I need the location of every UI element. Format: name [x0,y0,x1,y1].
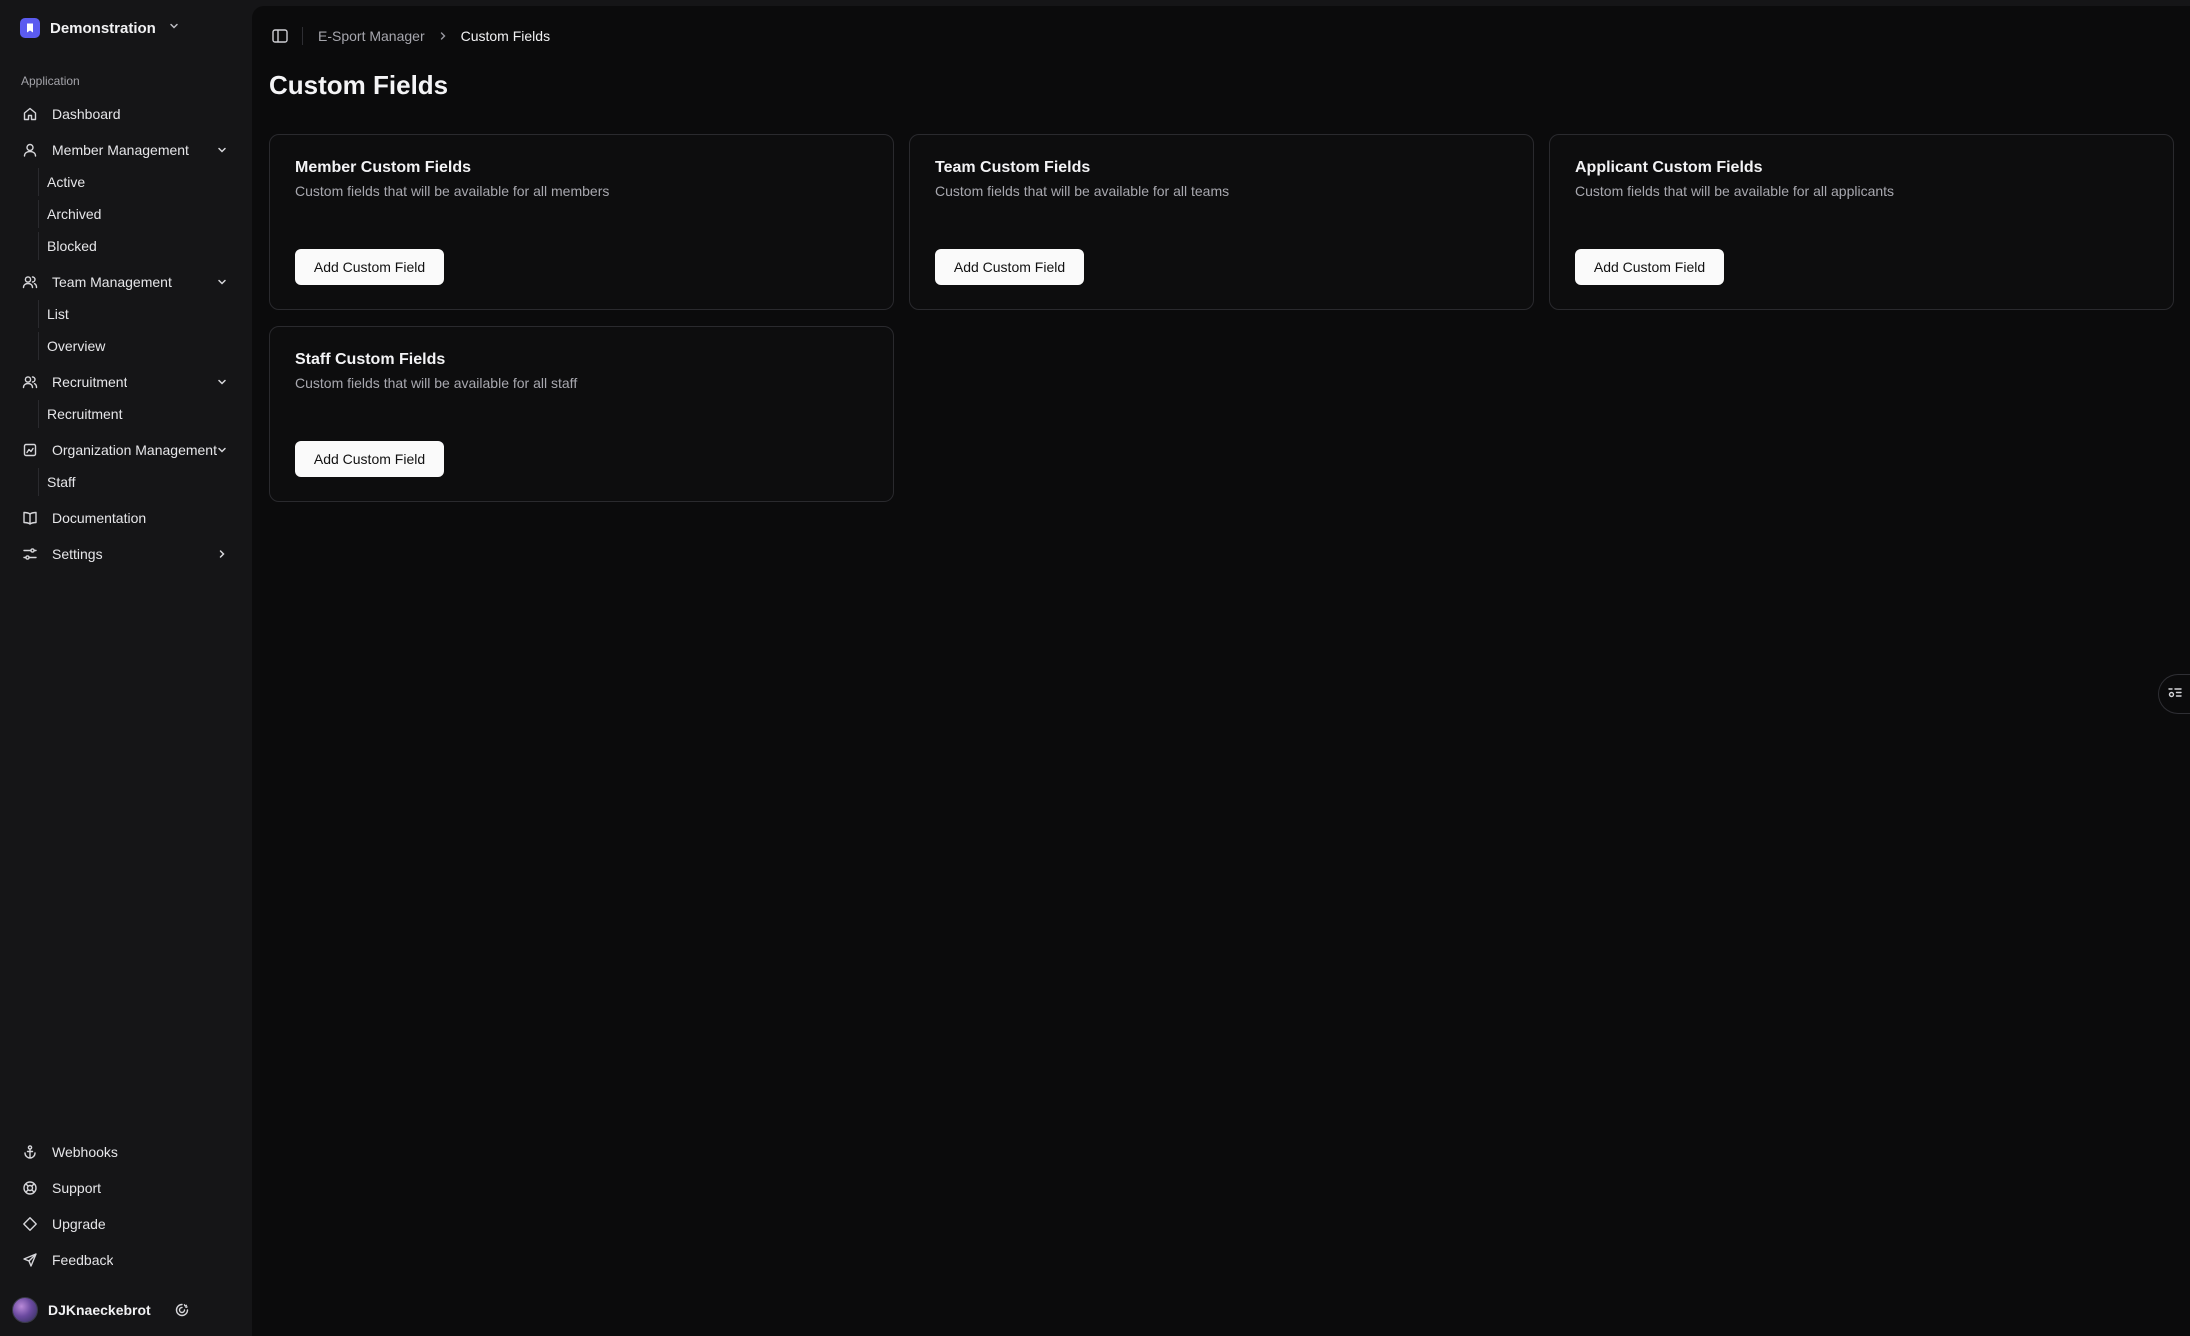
sidebar-item-dashboard[interactable]: Dashboard [12,98,238,130]
topbar: E-Sport Manager Custom Fields [270,24,550,48]
workspace-logo-icon [20,18,40,38]
applicant-custom-fields-card: Applicant Custom Fields Custom fields th… [1549,134,2174,310]
chevron-down-icon[interactable] [214,142,230,158]
sidebar-item-settings[interactable]: Settings [12,538,238,570]
sliders-icon [22,546,38,562]
sidebar-item-label: Webhooks [52,1144,118,1160]
add-staff-custom-field-button[interactable]: Add Custom Field [295,441,444,477]
card-title: Team Custom Fields [935,159,1091,176]
workspace-switcher[interactable]: Demonstration [20,16,180,40]
team-custom-fields-card: Team Custom Fields Custom fields that wi… [909,134,1534,310]
sidebar-item-feedback[interactable]: Feedback [12,1244,238,1276]
add-member-custom-field-button[interactable]: Add Custom Field [295,249,444,285]
sidebar-subitem-archived[interactable]: Archived [38,200,238,228]
breadcrumb-current: Custom Fields [460,28,551,44]
user-menu[interactable]: DJKnaeckebrot [12,1294,238,1326]
topbar-divider [302,27,303,45]
add-team-custom-field-button[interactable]: Add Custom Field [935,249,1084,285]
sidebar-item-organization-management[interactable]: Organization Management [12,434,238,466]
sidebar-item-label: Documentation [52,510,147,526]
anchor-icon [22,1144,38,1160]
sidebar-item-documentation[interactable]: Documentation [12,502,238,534]
theme-toggle-icon[interactable] [173,1301,191,1319]
workspace-name: Demonstration [50,19,156,37]
card-title: Applicant Custom Fields [1575,159,1763,176]
add-applicant-custom-field-button[interactable]: Add Custom Field [1575,249,1724,285]
breadcrumb-parent-link[interactable]: E-Sport Manager [318,28,425,44]
card-description: Custom fields that will be available for… [1575,183,1895,199]
sidebar-subitem-blocked[interactable]: Blocked [38,232,238,260]
sidebar-item-team-management[interactable]: Team Management [12,266,238,298]
card-title: Staff Custom Fields [295,351,446,368]
home-icon [22,106,38,122]
chevron-right-icon[interactable] [214,546,230,562]
sidebar-item-label: Member Management [52,142,189,158]
staff-custom-fields-card: Staff Custom Fields Custom fields that w… [269,326,894,502]
sidebar-item-webhooks[interactable]: Webhooks [12,1136,238,1168]
sidebar-item-label: Feedback [52,1252,114,1268]
avatar [12,1297,38,1323]
card-description: Custom fields that will be available for… [295,183,610,199]
sidebar-toggle-icon[interactable] [270,26,290,46]
sidebar-item-label: Organization Management [52,442,217,458]
building-icon [22,442,38,458]
sidebar-subitem-active[interactable]: Active [38,168,238,196]
breadcrumb: E-Sport Manager Custom Fields [318,28,550,44]
chevron-right-icon [437,30,449,42]
sidebar-item-label: Dashboard [52,106,121,122]
lifebuoy-icon [22,1180,38,1196]
book-icon [22,510,38,526]
card-description: Custom fields that will be available for… [295,375,578,391]
sidebar-item-label: Team Management [52,274,172,290]
sidebar-subitem-overview[interactable]: Overview [38,332,238,360]
page-title: Custom Fields [269,70,449,100]
card-description: Custom fields that will be available for… [935,183,1230,199]
sidebar-subitem-staff[interactable]: Staff [38,468,238,496]
sidebar-item-recruitment[interactable]: Recruitment [12,366,238,398]
main-content: E-Sport Manager Custom Fields Custom Fie… [252,6,2190,1336]
sidebar-item-label: Support [52,1180,102,1196]
sidebar-subitem-recruitment[interactable]: Recruitment [38,400,238,428]
sidebar-item-upgrade[interactable]: Upgrade [12,1208,238,1240]
user-name: DJKnaeckebrot [48,1302,151,1318]
sidebar-subitem-list[interactable]: List [38,300,238,328]
sidebar-item-label: Recruitment [52,374,128,390]
sidebar: Demonstration Application Dashboard Memb… [0,0,252,1336]
sidebar-item-member-management[interactable]: Member Management [12,134,238,166]
diamond-icon [22,1216,38,1232]
chevron-down-icon[interactable] [214,374,230,390]
user-plus-icon [22,374,38,390]
chevron-down-icon [168,19,180,37]
card-title: Member Custom Fields [295,159,472,176]
chevron-down-icon[interactable] [214,274,230,290]
sidebar-item-support[interactable]: Support [12,1172,238,1204]
list-settings-icon [2167,684,2183,705]
sidebar-item-label: Upgrade [52,1216,106,1232]
sidebar-item-label: Settings [52,546,103,562]
users-icon [22,274,38,290]
sidebar-group-label: Application [21,74,80,88]
user-icon [22,142,38,158]
send-icon [22,1252,38,1268]
member-custom-fields-card: Member Custom Fields Custom fields that … [269,134,894,310]
side-panel-toggle[interactable] [2158,674,2190,714]
chevron-down-icon[interactable] [214,442,230,458]
